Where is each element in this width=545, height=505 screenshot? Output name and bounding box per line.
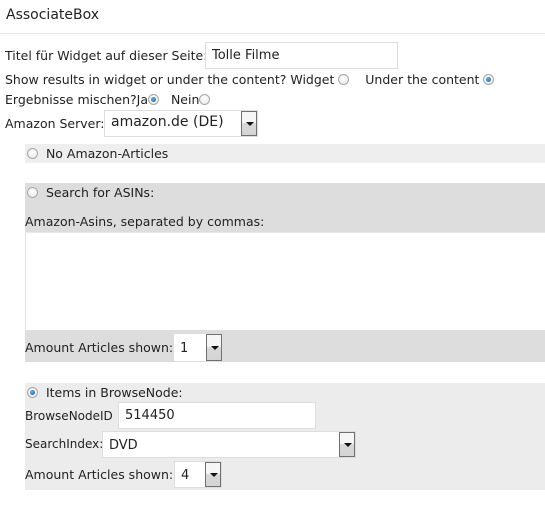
browse-node-panel: Items in BrowseNode: BrowseNodeID Search… <box>25 383 545 490</box>
chevron-down-icon[interactable] <box>339 432 355 457</box>
browse-node-radio[interactable] <box>27 387 38 398</box>
mix-results-label: Ergebnisse mischen? <box>5 92 137 107</box>
widget-option-label: Widget <box>290 72 335 87</box>
ja-radio[interactable] <box>148 94 160 105</box>
asin-search-option: Search for ASINs: <box>27 185 154 200</box>
browse-amount-label: Amount Articles shown: <box>25 467 174 482</box>
browse-node-id-input[interactable] <box>118 402 316 429</box>
mix-results-row: Ergebnisse mischen?Ja Nein <box>5 92 211 107</box>
asin-amount-value: 1 <box>180 341 189 356</box>
chevron-down-icon[interactable] <box>206 334 222 361</box>
no-articles-label: No Amazon-Articles <box>45 146 169 161</box>
widget-title-input[interactable] <box>205 42 398 69</box>
no-articles-radio[interactable] <box>27 148 38 159</box>
widget-radio[interactable] <box>338 74 350 85</box>
under-content-radio[interactable] <box>483 74 495 85</box>
search-index-value: DVD <box>109 438 138 453</box>
browse-node-option: Items in BrowseNode: <box>27 385 183 400</box>
ja-option-label: Ja <box>136 92 149 107</box>
asins-label: Amazon-Asins, separated by commas: <box>25 214 265 229</box>
browse-amount-select[interactable]: 4 <box>174 461 222 488</box>
chevron-down-icon[interactable] <box>241 111 257 136</box>
browse-node-label: Items in BrowseNode: <box>45 385 183 400</box>
nein-option-label: Nein <box>170 92 200 107</box>
no-articles-option: No Amazon-Articles <box>27 146 168 161</box>
amazon-server-select[interactable]: amazon.de (DE) <box>104 110 258 137</box>
divider <box>0 33 545 34</box>
chevron-down-icon[interactable] <box>205 462 221 487</box>
display-location-label: Show results in widget or under the cont… <box>5 72 287 87</box>
no-articles-panel: No Amazon-Articles <box>25 144 545 163</box>
widget-title-label: Titel für Widget auf dieser Seite: <box>5 48 208 63</box>
browse-amount-value: 4 <box>181 468 190 483</box>
asins-textarea[interactable] <box>25 232 545 330</box>
amazon-server-value: amazon.de (DE) <box>111 114 224 130</box>
asin-search-label: Search for ASINs: <box>45 185 155 200</box>
amazon-server-label: Amazon Server: <box>5 116 105 131</box>
asin-search-panel: Search for ASINs: Amazon-Asins, separate… <box>25 183 545 232</box>
display-location-row: Show results in widget or under the cont… <box>5 72 495 87</box>
asin-amount-label: Amount Articles shown: <box>25 340 174 355</box>
asin-amount-select[interactable]: 1 <box>174 334 222 361</box>
browse-node-id-label: BrowseNodeID <box>25 409 113 423</box>
search-index-select[interactable]: DVD <box>102 431 356 458</box>
nein-radio[interactable] <box>199 94 211 105</box>
page-title: AssociateBox <box>6 7 100 23</box>
asin-search-radio[interactable] <box>27 187 38 198</box>
search-index-label: SearchIndex: <box>25 437 104 451</box>
under-content-option-label: Under the content <box>365 72 480 87</box>
asin-amount-row: Amount Articles shown: 1 <box>25 330 545 362</box>
